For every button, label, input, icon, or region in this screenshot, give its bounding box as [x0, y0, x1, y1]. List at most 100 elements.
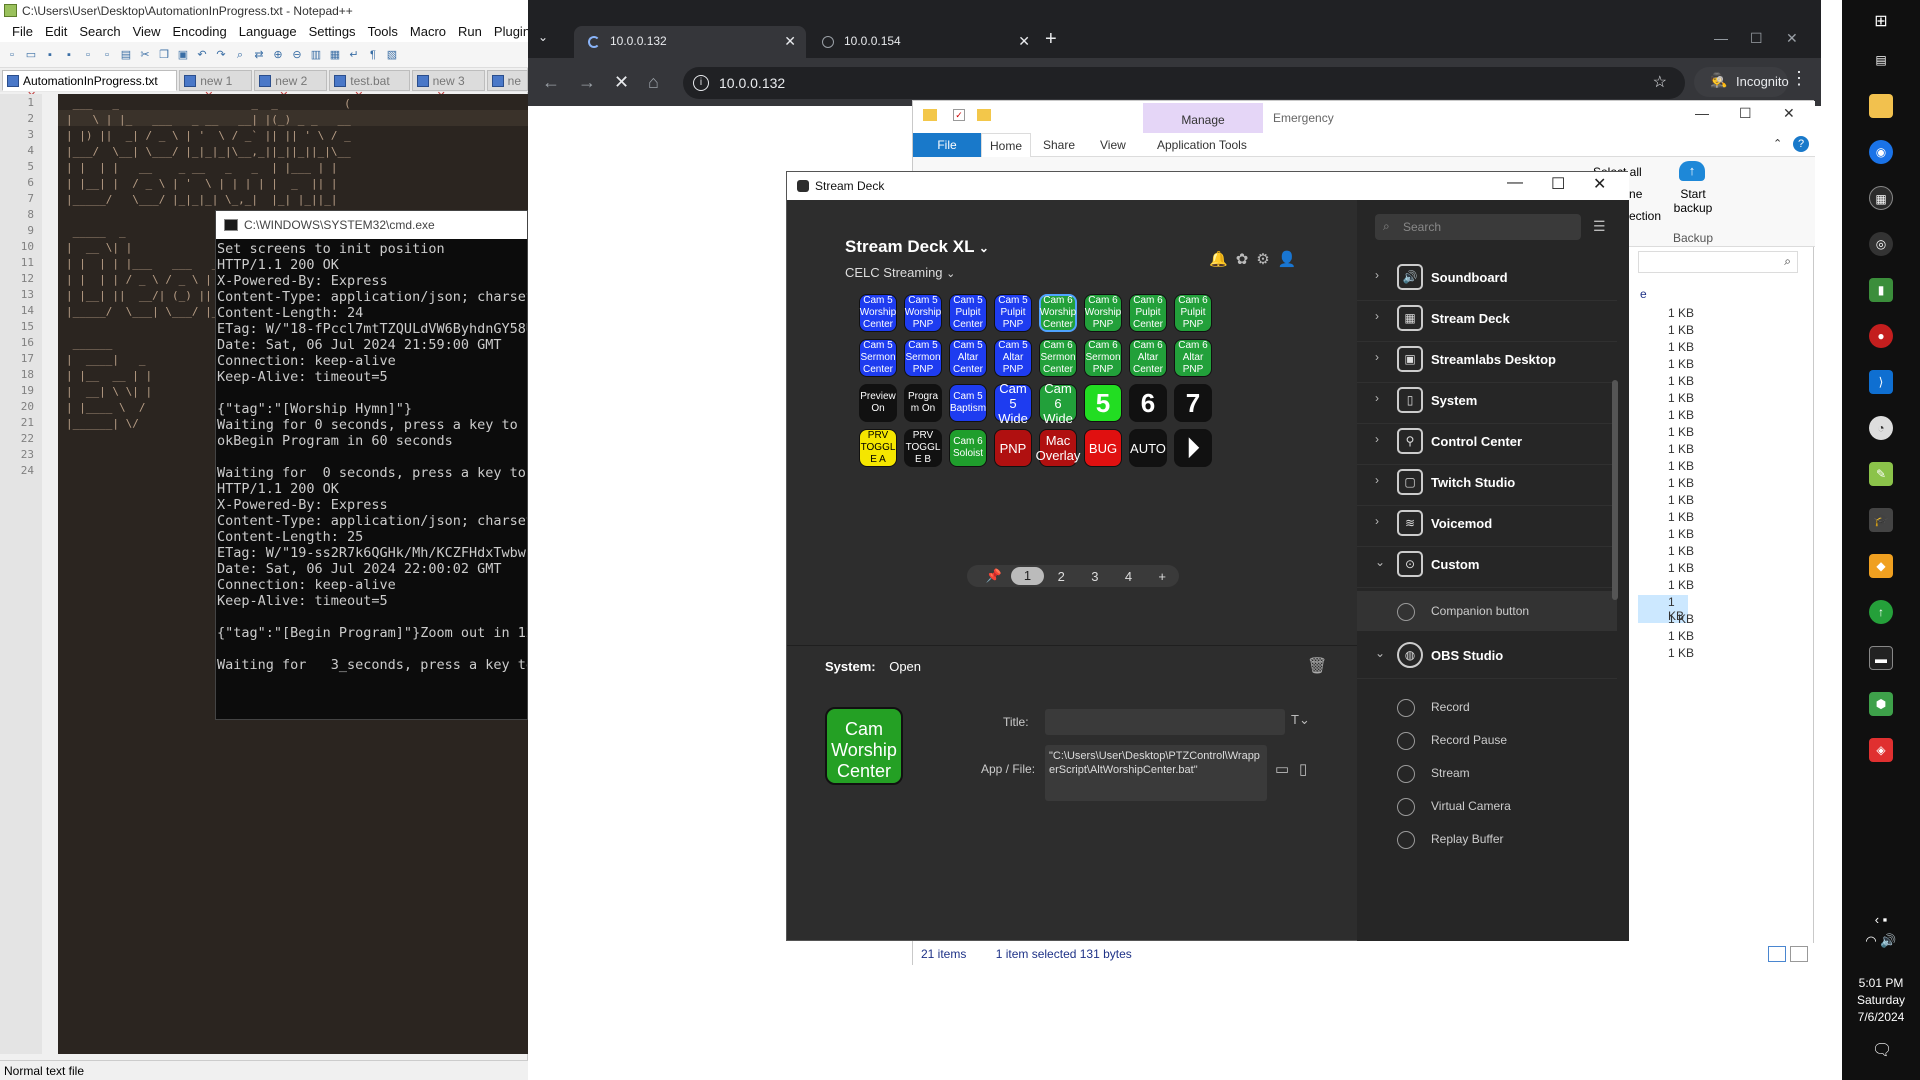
tab-new-3[interactable]: new 3✕: [411, 70, 485, 102]
zoom-in-icon[interactable]: ⊕: [270, 47, 286, 63]
tab-new-1[interactable]: new 1✕: [179, 70, 253, 102]
deck-key[interactable]: Cam 6 Sermon PNP: [1084, 339, 1122, 377]
paste-icon[interactable]: ▣: [175, 47, 191, 63]
close-tab-icon[interactable]: ✕: [784, 33, 796, 50]
appfile-input[interactable]: "C:\Users\User\Desktop\PTZControl\Wrappe…: [1045, 745, 1267, 801]
deck-key[interactable]: Progra m On: [904, 384, 942, 422]
deck-key[interactable]: Mac Overlay: [1036, 429, 1080, 467]
selected-key-preview[interactable]: Cam Worship Center: [825, 707, 903, 785]
windows-start-icon[interactable]: ⊞: [1869, 10, 1893, 34]
editor-app-icon[interactable]: ✎: [1869, 462, 1893, 486]
minimize-icon[interactable]: —: [1507, 174, 1523, 192]
file-size-cell[interactable]: 1 KB: [1668, 459, 1694, 473]
menu-search[interactable]: Search: [73, 22, 126, 42]
wrap-icon[interactable]: ↵: [346, 47, 362, 63]
task-view-icon[interactable]: ▤: [1869, 48, 1893, 72]
deck-key[interactable]: Cam 6 Worship PNP: [1084, 294, 1122, 332]
new-folder-icon[interactable]: [977, 109, 991, 121]
deck-key[interactable]: Cam 5 Sermon PNP: [904, 339, 942, 377]
actions-search[interactable]: ⌕ Search: [1375, 214, 1581, 240]
file-size-cell[interactable]: 1 KB: [1668, 425, 1694, 439]
file-size-cell[interactable]: 1 KB: [1668, 646, 1694, 660]
cut-icon[interactable]: ✂: [137, 47, 153, 63]
menu-edit[interactable]: Edit: [39, 22, 73, 42]
deck-key[interactable]: Cam 5 Wide: [994, 381, 1032, 426]
deck-key[interactable]: Cam 5 Altar Center: [949, 339, 987, 377]
deck-key[interactable]: Cam 6 Pulpit Center: [1129, 294, 1167, 332]
file-size-cell[interactable]: 1 KB: [1668, 340, 1694, 354]
chrome-icon[interactable]: ◉: [1869, 140, 1893, 164]
file-size-cell[interactable]: 1 KB: [1668, 612, 1694, 626]
bell-icon[interactable]: 🔔: [1209, 250, 1228, 268]
tab-search-icon[interactable]: ⌄: [538, 30, 560, 52]
action-obs-replay-buffer[interactable]: Replay Buffer: [1357, 819, 1617, 859]
graduation-icon[interactable]: 🎓: [1869, 508, 1893, 532]
add-page-icon[interactable]: +: [1145, 569, 1179, 584]
close-window-icon[interactable]: ✕: [1786, 30, 1798, 47]
sync-h-icon[interactable]: ▦: [327, 47, 343, 63]
file-size-cell[interactable]: 1 KB: [1668, 323, 1694, 337]
back-icon[interactable]: ←: [542, 72, 560, 93]
menu-run[interactable]: Run: [452, 22, 488, 42]
device-selector[interactable]: Stream Deck XL ⌄: [845, 237, 989, 257]
file-browse-icon[interactable]: ▯: [1299, 760, 1307, 778]
tab-ne[interactable]: ne: [486, 70, 529, 91]
bookmark-star-icon[interactable]: ☆: [1653, 72, 1667, 92]
help-icon[interactable]: ?: [1793, 136, 1809, 152]
gear-icon[interactable]: ⚙: [1256, 250, 1269, 268]
page-1[interactable]: 1: [1010, 567, 1045, 585]
deck-key[interactable]: PRV TOGGL E A: [859, 429, 897, 467]
menu-language[interactable]: Language: [233, 22, 303, 42]
stream-deck-icon[interactable]: ▦: [1869, 186, 1893, 210]
page-3[interactable]: 3: [1078, 569, 1112, 584]
sync-v-icon[interactable]: ▥: [308, 47, 324, 63]
indent-guide-icon[interactable]: ▧: [384, 47, 400, 63]
find-icon[interactable]: ⌕: [232, 47, 248, 63]
menu-encoding[interactable]: Encoding: [167, 22, 233, 42]
deck-key[interactable]: Preview On: [859, 384, 897, 422]
file-size-cell[interactable]: 1 KB: [1668, 476, 1694, 490]
share-tab[interactable]: Share: [1043, 138, 1075, 152]
maximize-icon[interactable]: ☐: [1739, 105, 1752, 122]
file-size-cell[interactable]: 1 KB: [1668, 510, 1694, 524]
category-custom[interactable]: ⌄ ⊙ Custom: [1357, 540, 1617, 588]
folder-browse-icon[interactable]: ▭: [1275, 760, 1289, 778]
new-tab-icon[interactable]: +: [1045, 28, 1057, 51]
file-size-cell[interactable]: 1 KB: [1668, 544, 1694, 558]
deck-key[interactable]: Cam 5 Pulpit Center: [949, 294, 987, 332]
deck-key[interactable]: 6: [1129, 384, 1167, 422]
file-size-cell[interactable]: 1 KB: [1668, 578, 1694, 592]
tab-new-2[interactable]: new 2✕: [254, 70, 328, 102]
deck-key[interactable]: Cam 6 Soloist: [949, 429, 987, 467]
page-4[interactable]: 4: [1112, 569, 1146, 584]
user-icon[interactable]: 👤: [1278, 250, 1297, 268]
category-obs-studio[interactable]: ⌄ ◍ OBS Studio: [1357, 631, 1617, 679]
clock[interactable]: 5:01 PM Saturday 7/6/2024: [1842, 975, 1920, 1026]
terminal-icon[interactable]: ▬: [1869, 646, 1893, 670]
deck-key[interactable]: Cam 5 Baptism: [949, 384, 987, 422]
redo-icon[interactable]: ↷: [213, 47, 229, 63]
tray-expand-icon[interactable]: ‹ ▪: [1842, 912, 1920, 927]
pin-icon[interactable]: 📌: [977, 568, 1011, 584]
application-tools-tab[interactable]: Application Tools: [1157, 138, 1247, 152]
git-icon[interactable]: ◆: [1869, 554, 1893, 578]
close-icon[interactable]: ▫: [80, 47, 96, 63]
close-all-icon[interactable]: ▫: [99, 47, 115, 63]
tiles-view-icon[interactable]: [1790, 946, 1808, 962]
menu-view[interactable]: View: [127, 22, 167, 42]
forward-icon[interactable]: →: [578, 72, 596, 93]
sidebar-scrollbar[interactable]: [1612, 380, 1618, 600]
vscode-icon[interactable]: ⟩: [1869, 370, 1893, 394]
deck-key[interactable]: Cam 6 Altar Center: [1129, 339, 1167, 377]
home-tab[interactable]: Home: [981, 133, 1032, 157]
cube-icon[interactable]: ⬢: [1869, 692, 1893, 716]
file-size-cell[interactable]: 1 KB: [1668, 493, 1694, 507]
file-size-cell[interactable]: 1 KB: [1668, 306, 1694, 320]
incognito-badge[interactable]: Incognito: [1694, 67, 1789, 97]
trash-icon[interactable]: 🗑: [1307, 656, 1327, 676]
maximize-icon[interactable]: ☐: [1551, 174, 1565, 194]
app-red-icon[interactable]: ◈: [1869, 738, 1893, 762]
chrome-menu-icon[interactable]: ⋮: [1790, 68, 1808, 89]
print-icon[interactable]: ▤: [118, 47, 134, 63]
deck-key[interactable]: PNP: [994, 429, 1032, 467]
